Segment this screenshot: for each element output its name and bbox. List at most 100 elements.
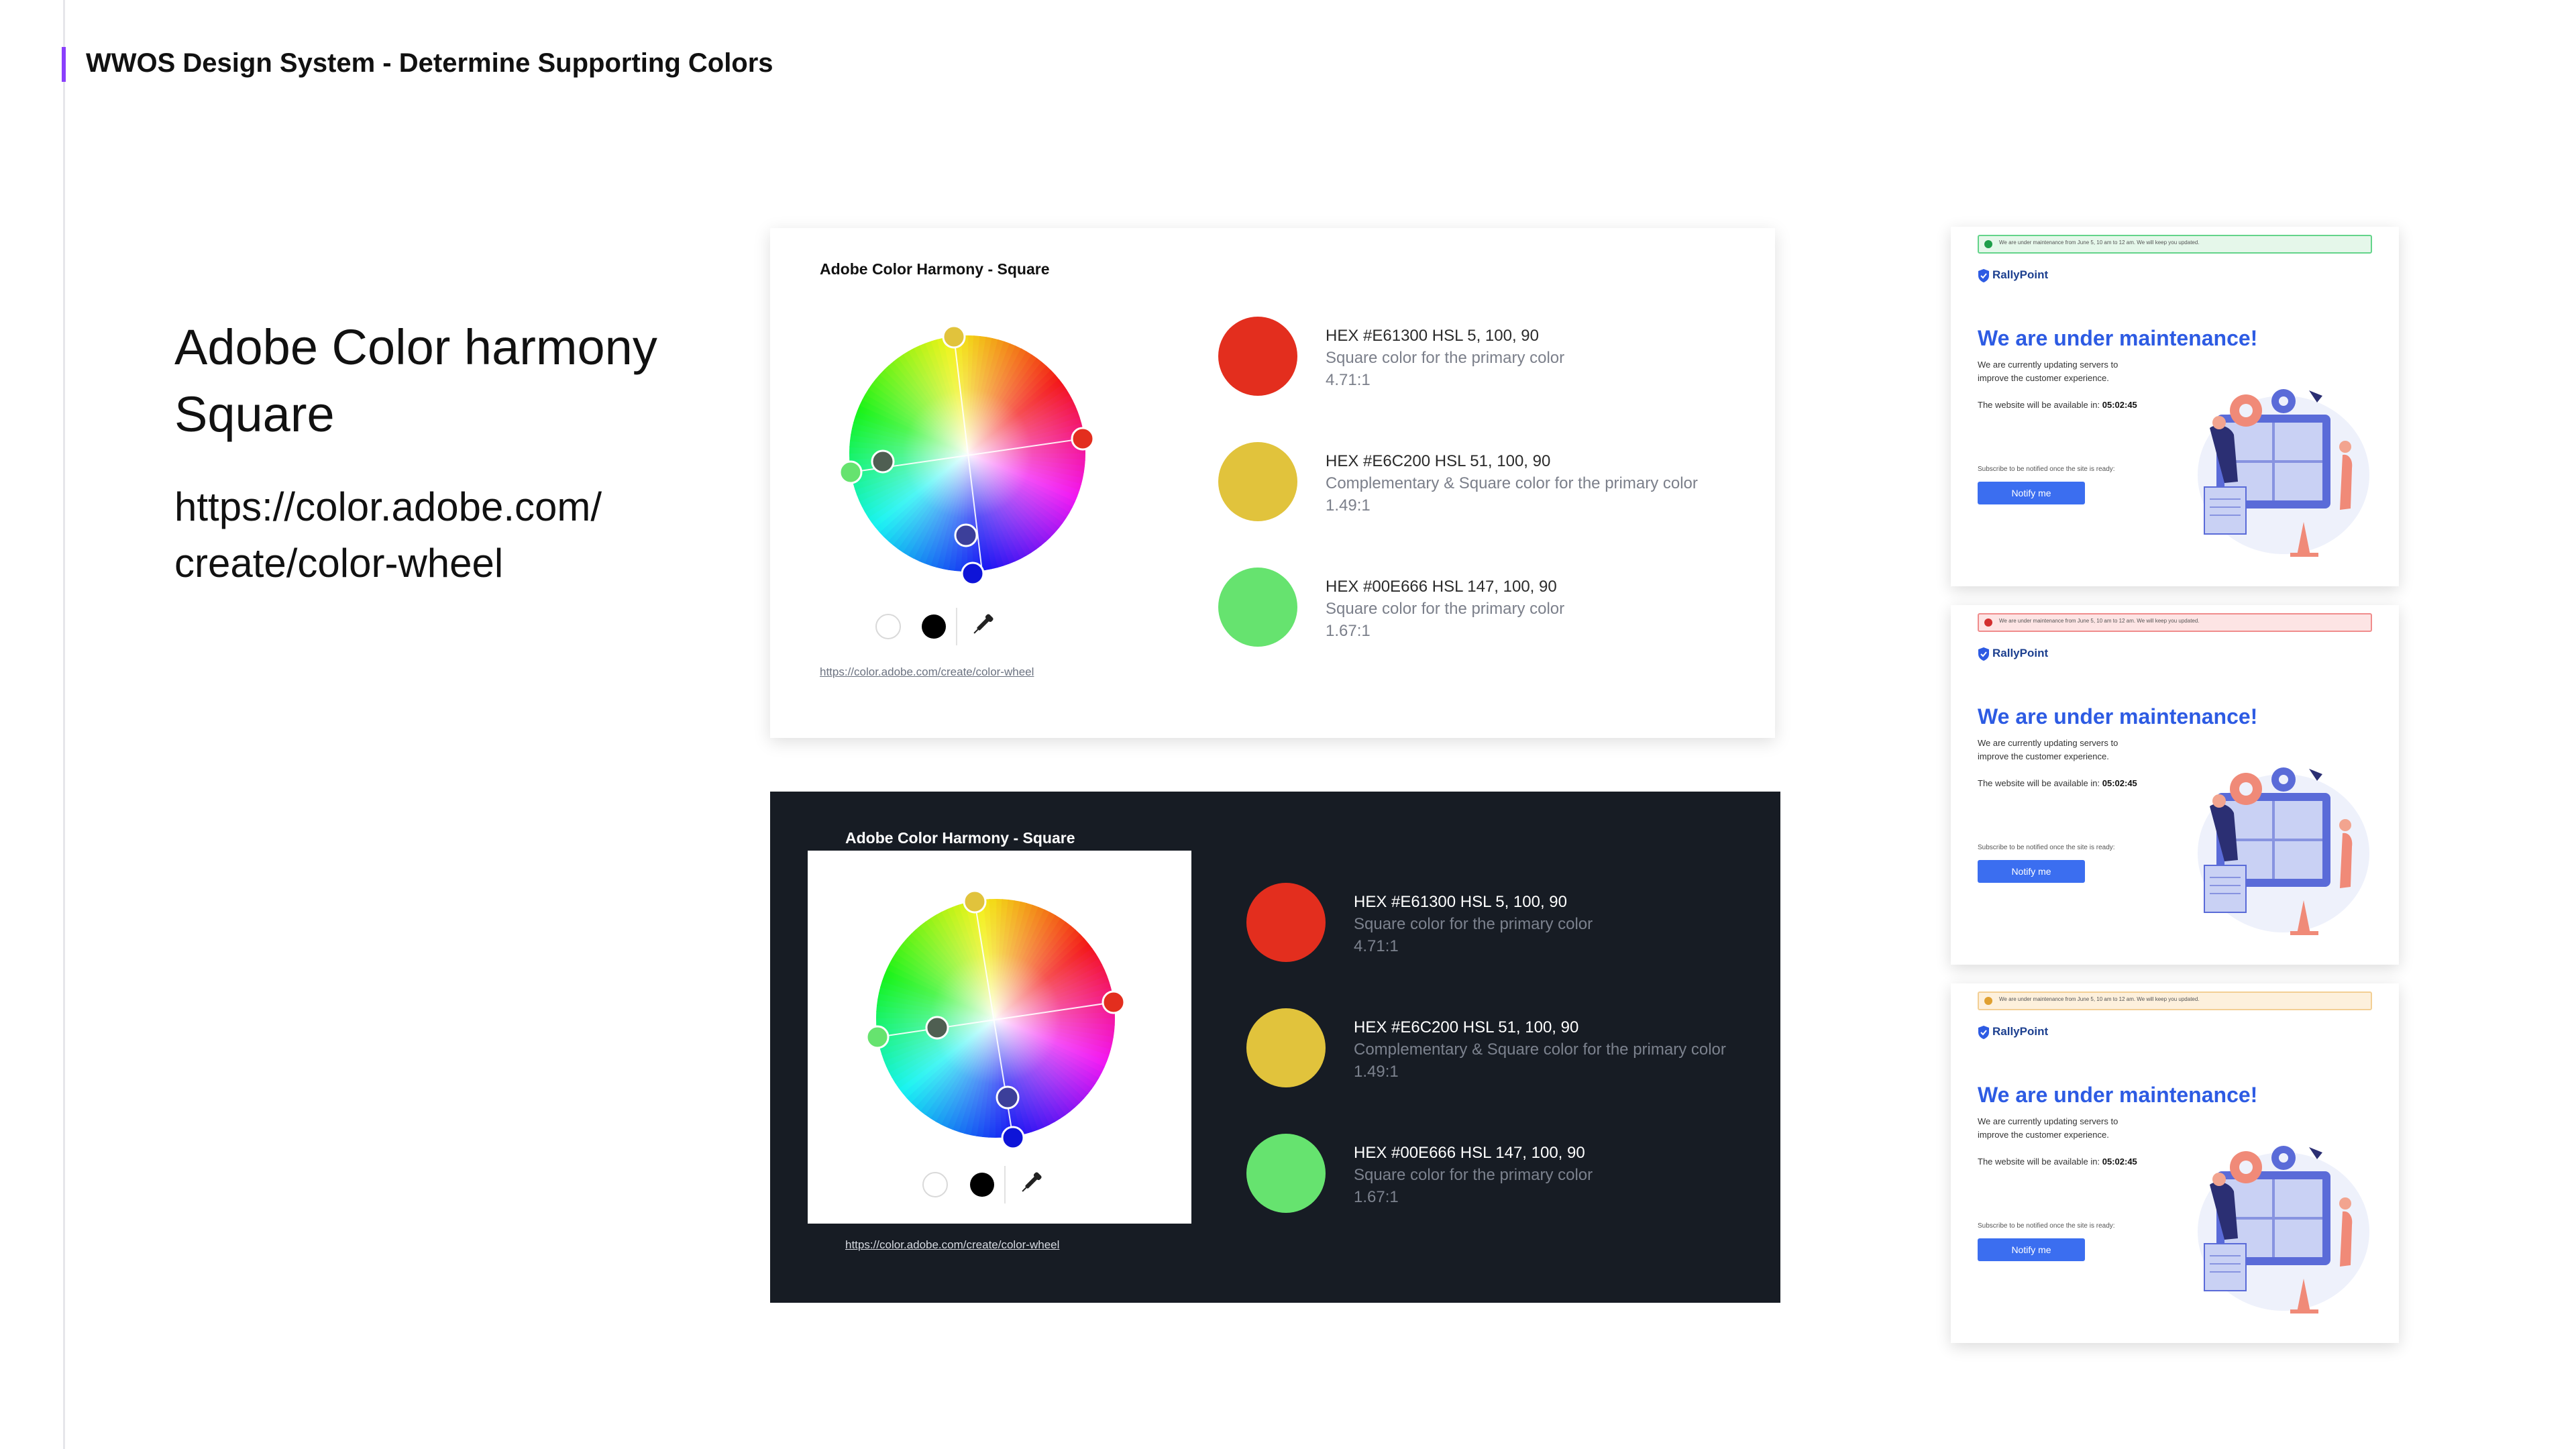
panel-title: Adobe Color Harmony - Square	[820, 260, 1050, 278]
color-swatch	[1246, 1008, 1326, 1087]
description-line: We are currently updating servers to	[1978, 360, 2118, 370]
brand-name: RallyPoint	[1992, 1025, 2049, 1038]
white-swatch-icon[interactable]	[922, 1172, 948, 1197]
swatch-hex: HEX #E6C200 HSL 51, 100, 90	[1326, 452, 1551, 470]
swatch-ratio: 4.71:1	[1326, 371, 1371, 389]
maintenance-card: We are under maintenance from June 5, 10…	[1951, 605, 2399, 965]
harmony-handle[interactable]	[942, 325, 966, 349]
notify-me-button[interactable]: Notify me	[1978, 1238, 2085, 1261]
maintenance-illustration	[2198, 767, 2369, 935]
banner-text: We are under maintenance from June 5, 10…	[1999, 996, 2200, 1002]
description-line: improve the customer experience.	[1978, 751, 2109, 761]
color-wheel-box	[810, 302, 1173, 678]
swatch-hex: HEX #E61300 HSL 5, 100, 90	[1326, 327, 1539, 345]
swatch-details: HEX #E6C200 HSL 51, 100, 90 Complementar…	[1354, 1016, 1726, 1083]
page-left-rule	[63, 0, 65, 1449]
harmony-handle[interactable]	[961, 561, 985, 586]
availability-text: The website will be available in: 05:02:…	[1978, 1157, 2137, 1167]
description-line: improve the customer experience.	[1978, 373, 2109, 383]
color-wheel[interactable]	[810, 302, 1173, 678]
availability-label: The website will be available in:	[1978, 778, 2100, 788]
white-swatch-icon[interactable]	[875, 614, 901, 639]
brand-name: RallyPoint	[1992, 268, 2049, 281]
color-wheel[interactable]	[808, 851, 1191, 1224]
swatch-role: Square color for the primary color	[1326, 349, 1565, 367]
swatch-hex: HEX #00E666 HSL 147, 100, 90	[1354, 1144, 1585, 1162]
swatch-role: Square color for the primary color	[1326, 600, 1565, 618]
swatch-details: HEX #00E666 HSL 147, 100, 90 Square colo…	[1326, 576, 1564, 642]
black-swatch-icon[interactable]	[970, 1173, 994, 1197]
swatch-details: HEX #00E666 HSL 147, 100, 90 Square colo…	[1354, 1142, 1593, 1208]
color-swatch	[1218, 317, 1297, 396]
swatch-ratio: 1.67:1	[1354, 1188, 1399, 1206]
subscribe-text: Subscribe to be notified once the site i…	[1978, 1222, 2115, 1230]
swatch-role: Complementary & Square color for the pri…	[1326, 474, 1698, 492]
color-harmony-panel-light: Adobe Color Harmony - Square https://col…	[770, 228, 1775, 738]
harmony-handle[interactable]	[925, 1016, 949, 1040]
harmony-handle[interactable]	[1071, 427, 1095, 451]
eyedropper-icon[interactable]	[971, 613, 994, 636]
availability-text: The website will be available in: 05:02:…	[1978, 778, 2137, 788]
swatch-ratio: 1.49:1	[1326, 496, 1371, 515]
swatch-role: Square color for the primary color	[1354, 1166, 1593, 1184]
harmony-handle[interactable]	[963, 890, 987, 914]
harmony-handle[interactable]	[871, 449, 895, 474]
maintenance-banner: We are under maintenance from June 5, 10…	[1978, 235, 2372, 254]
harmony-handle[interactable]	[1001, 1126, 1025, 1150]
maintenance-heading: We are under maintenance!	[1978, 704, 2258, 729]
swatch-ratio: 1.49:1	[1354, 1063, 1399, 1081]
info-icon	[1984, 997, 1992, 1005]
section-heading: Adobe Color harmony Square	[174, 314, 711, 448]
info-icon	[1984, 240, 1992, 248]
maintenance-illustration	[2198, 1146, 2369, 1313]
title-accent-bar	[62, 47, 66, 82]
availability-text: The website will be available in: 05:02:…	[1978, 400, 2137, 410]
harmony-handle[interactable]	[839, 460, 863, 484]
swatch-ratio: 4.71:1	[1354, 937, 1399, 955]
description-line: We are currently updating servers to	[1978, 738, 2118, 748]
reference-url-line: https://color.adobe.com/	[174, 484, 602, 529]
page-title: WWOS Design System - Determine Supportin…	[86, 48, 773, 78]
description-line: improve the customer experience.	[1978, 1130, 2109, 1140]
color-swatch	[1218, 442, 1297, 521]
maintenance-description: We are currently updating servers to imp…	[1978, 358, 2179, 385]
shield-icon	[1978, 269, 1989, 282]
color-wheel-link[interactable]: https://color.adobe.com/create/color-whe…	[845, 1238, 1059, 1252]
maintenance-heading: We are under maintenance!	[1978, 326, 2258, 350]
swatch-details: HEX #E61300 HSL 5, 100, 90 Square color …	[1326, 325, 1564, 391]
subscribe-text: Subscribe to be notified once the site i…	[1978, 844, 2115, 851]
notify-me-button[interactable]: Notify me	[1978, 482, 2085, 504]
description-line: We are currently updating servers to	[1978, 1116, 2118, 1126]
maintenance-card: We are under maintenance from June 5, 10…	[1951, 983, 2399, 1343]
color-swatch	[1218, 568, 1297, 647]
maintenance-illustration	[2198, 389, 2369, 557]
maintenance-card: We are under maintenance from June 5, 10…	[1951, 227, 2399, 586]
harmony-handle[interactable]	[1102, 990, 1126, 1014]
swatch-ratio: 1.67:1	[1326, 622, 1371, 640]
harmony-handle[interactable]	[954, 523, 978, 547]
shield-icon	[1978, 1026, 1989, 1039]
eyedropper-icon[interactable]	[1020, 1171, 1042, 1194]
harmony-handle[interactable]	[865, 1025, 890, 1049]
panel-title: Adobe Color Harmony - Square	[845, 829, 1075, 847]
countdown-timer: 05:02:45	[2102, 1157, 2137, 1167]
section-heading-line: Square	[174, 386, 335, 442]
banner-text: We are under maintenance from June 5, 10…	[1999, 618, 2200, 624]
maintenance-heading: We are under maintenance!	[1978, 1083, 2258, 1107]
availability-label: The website will be available in:	[1978, 1157, 2100, 1167]
countdown-timer: 05:02:45	[2102, 778, 2137, 788]
info-icon	[1984, 619, 1992, 627]
harmony-handle[interactable]	[996, 1085, 1020, 1110]
availability-label: The website will be available in:	[1978, 400, 2100, 410]
color-wheel-link[interactable]: https://color.adobe.com/create/color-whe…	[820, 665, 1034, 679]
maintenance-description: We are currently updating servers to imp…	[1978, 737, 2179, 763]
notify-me-button[interactable]: Notify me	[1978, 860, 2085, 883]
color-harmony-panel-dark: Adobe Color Harmony - Square https://col…	[770, 792, 1780, 1303]
color-swatch	[1246, 883, 1326, 962]
section-heading-line: Adobe Color harmony	[174, 319, 657, 375]
black-swatch-icon[interactable]	[922, 614, 946, 639]
countdown-timer: 05:02:45	[2102, 400, 2137, 410]
color-swatch	[1246, 1134, 1326, 1213]
brand-name: RallyPoint	[1992, 647, 2049, 659]
swatch-hex: HEX #00E666 HSL 147, 100, 90	[1326, 578, 1557, 596]
